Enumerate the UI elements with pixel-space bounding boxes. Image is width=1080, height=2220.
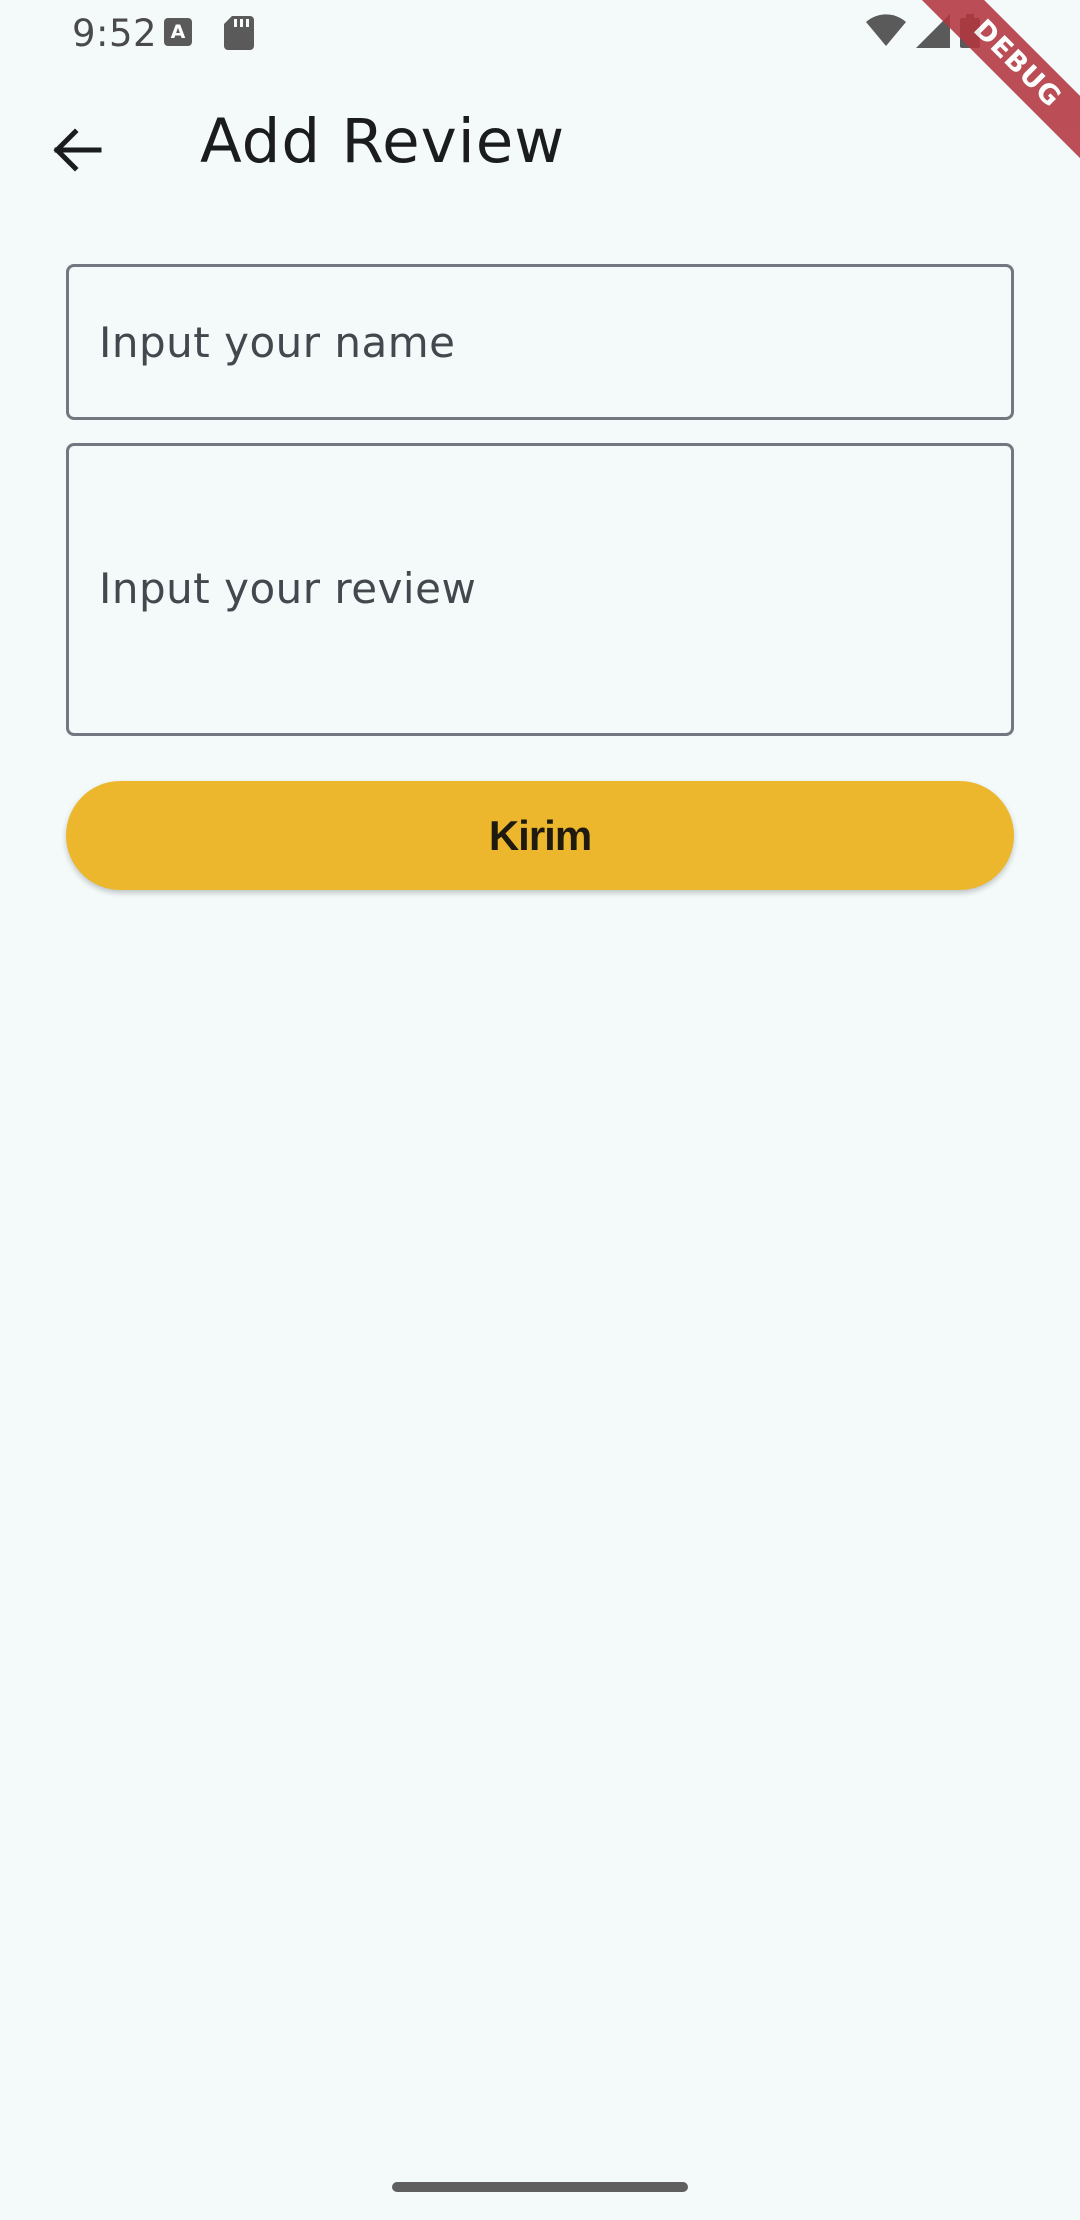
gesture-nav-handle: [392, 2182, 688, 2192]
status-time: 9:52: [72, 12, 158, 55]
wifi-icon: [866, 14, 906, 53]
keyboard-a-icon: A: [164, 18, 192, 46]
sd-card-icon: [224, 16, 254, 55]
review-field-container: [66, 443, 1014, 736]
page-title: Add Review: [200, 106, 566, 177]
submit-button[interactable]: Kirim: [66, 781, 1014, 890]
review-input[interactable]: [69, 446, 1011, 733]
name-input[interactable]: [69, 267, 1011, 417]
back-button[interactable]: [36, 108, 120, 192]
arrow-back-icon: [53, 128, 102, 172]
status-bar: 9:52 A: [0, 0, 1080, 64]
name-field-container: [66, 264, 1014, 420]
app-bar: Add Review: [0, 64, 1080, 224]
